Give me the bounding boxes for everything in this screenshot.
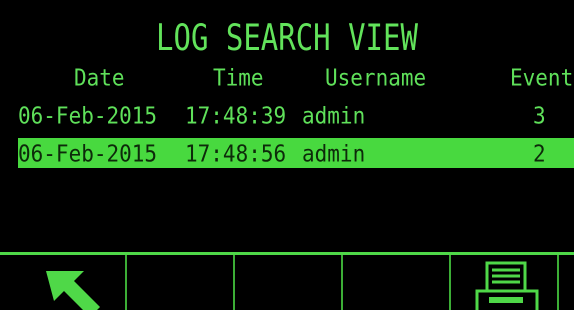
printer-icon xyxy=(475,261,539,310)
softkey-4[interactable] xyxy=(341,255,451,310)
page-title: LOG SEARCH VIEW xyxy=(156,16,418,59)
column-header-time: Time xyxy=(213,64,264,91)
back-arrow-icon xyxy=(46,271,100,310)
softkey-3[interactable] xyxy=(233,255,343,310)
log-row-event: 2 xyxy=(533,140,546,167)
log-row-selected[interactable]: 06-Feb-2015 17:48:56 admin 2 xyxy=(18,138,574,168)
softkey-6[interactable] xyxy=(557,255,574,310)
column-header-date: Date xyxy=(74,64,125,91)
column-header-event: Event xyxy=(510,64,574,91)
softkey-2[interactable] xyxy=(125,255,235,310)
log-row[interactable]: 06-Feb-2015 17:48:39 admin 3 xyxy=(0,100,574,130)
softkey-print[interactable] xyxy=(449,255,559,310)
log-row-username: admin xyxy=(302,140,366,167)
log-row-time: 17:48:39 xyxy=(185,102,287,129)
log-row-event: 3 xyxy=(533,102,546,129)
log-search-screen: LOG SEARCH VIEW Date Time Username Event… xyxy=(0,0,574,310)
softkey-back[interactable] xyxy=(0,255,125,310)
softkey-bar xyxy=(0,252,574,310)
log-row-time: 17:48:56 xyxy=(185,140,287,167)
log-row-date: 06-Feb-2015 xyxy=(18,102,158,129)
column-header-username: Username xyxy=(325,64,427,91)
log-row-username: admin xyxy=(302,102,366,129)
log-row-date: 06-Feb-2015 xyxy=(18,140,158,167)
